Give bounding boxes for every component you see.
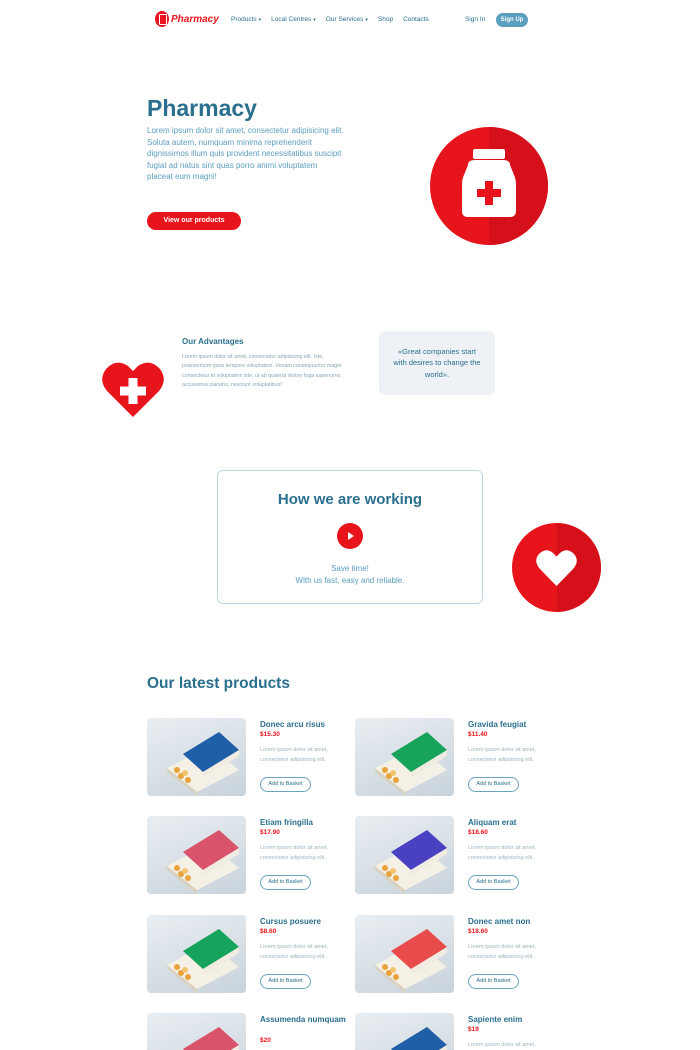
quote-box: «Great companies start with desires to c… bbox=[379, 331, 495, 395]
product-image[interactable] bbox=[355, 816, 454, 894]
product-description: Lorem ipsum dolor sit amet, consectetur … bbox=[468, 944, 536, 960]
menu-item-products[interactable]: Products ▾ bbox=[231, 16, 261, 23]
how-subtitle: With us fast, easy and reliable. bbox=[295, 576, 405, 585]
hero-title: Pharmacy bbox=[147, 95, 257, 121]
main-menu: Products ▾ Local Centres ▾ Our Services ▾ S… bbox=[231, 16, 429, 23]
product-image[interactable] bbox=[147, 1013, 246, 1050]
how-title: How we are working bbox=[277, 491, 423, 508]
product-image[interactable] bbox=[147, 718, 246, 796]
product-name[interactable]: Assumenda numquam bbox=[260, 1014, 355, 1026]
product-card[interactable]: Donec arcu risus $15.30 Lorem ipsum dolo… bbox=[147, 718, 357, 798]
latest-products-title: Our latest products bbox=[147, 675, 290, 692]
product-name[interactable]: Gravida feugiat bbox=[468, 719, 563, 731]
how-we-work-card: How we are working Save time! With us fa… bbox=[217, 470, 483, 604]
product-description: Lorem ipsum dolor sit amet, consectetur … bbox=[468, 1042, 536, 1048]
product-name[interactable]: Etiam fringilla bbox=[260, 817, 355, 829]
product-card[interactable]: Donec amet non $18.60 Lorem ipsum dolor … bbox=[355, 915, 565, 995]
play-icon[interactable] bbox=[337, 523, 363, 549]
product-image[interactable] bbox=[147, 816, 246, 894]
heart-cross-icon bbox=[102, 362, 164, 417]
add-to-basket-button[interactable]: Add to Basket bbox=[260, 974, 311, 989]
add-to-basket-button[interactable]: Add to Basket bbox=[468, 974, 519, 989]
menu-item-shop[interactable]: Shop bbox=[378, 16, 393, 23]
product-name[interactable]: Sapiente enim bbox=[468, 1014, 563, 1026]
product-card[interactable]: Assumenda numquam $20 Lorem ipsum dolor … bbox=[147, 1013, 357, 1050]
how-tagline: Save time! bbox=[331, 564, 369, 573]
product-image[interactable] bbox=[355, 1013, 454, 1050]
hero-text: Lorem ipsum dolor sit amet, consectetur … bbox=[147, 126, 344, 182]
product-card[interactable]: Aliquam erat $18.60 Lorem ipsum dolor si… bbox=[355, 816, 565, 896]
view-products-button[interactable]: View our products bbox=[147, 212, 241, 230]
medicine-bottle-icon bbox=[430, 127, 548, 245]
product-description: Lorem ipsum dolor sit amet, consectetur … bbox=[260, 747, 328, 763]
product-price: $11.40 bbox=[468, 731, 488, 738]
product-image[interactable] bbox=[355, 915, 454, 993]
add-to-basket-button[interactable]: Add to Basket bbox=[260, 777, 311, 792]
quote-text: «Great companies start with desires to c… bbox=[393, 346, 481, 379]
product-image[interactable] bbox=[147, 915, 246, 993]
sign-up-button[interactable]: Sign Up bbox=[496, 13, 528, 27]
product-price: $19 bbox=[468, 1026, 479, 1033]
product-description: Lorem ipsum dolor sit amet, consectetur … bbox=[260, 845, 328, 861]
top-nav: Pharmacy Products ▾ Local Centres ▾ Our Se… bbox=[0, 0, 700, 40]
product-description: Lorem ipsum dolor sit amet, consectetur … bbox=[468, 747, 536, 763]
heart-icon bbox=[512, 523, 601, 612]
product-name[interactable]: Donec arcu risus bbox=[260, 719, 355, 731]
add-to-basket-button[interactable]: Add to Basket bbox=[260, 875, 311, 890]
product-name[interactable]: Aliquam erat bbox=[468, 817, 563, 829]
product-price: $17.90 bbox=[260, 829, 280, 836]
sign-in-link[interactable]: Sign In bbox=[465, 16, 485, 23]
product-card[interactable]: Cursus posuere $8.60 Lorem ipsum dolor s… bbox=[147, 915, 357, 995]
product-description: Lorem ipsum dolor sit amet, consectetur … bbox=[468, 845, 536, 861]
product-name[interactable]: Donec amet non bbox=[468, 916, 563, 928]
product-description: Lorem ipsum dolor sit amet, consectetur … bbox=[260, 944, 328, 960]
logo[interactable]: Pharmacy bbox=[155, 11, 219, 27]
logo-text: Pharmacy bbox=[171, 13, 219, 25]
menu-item-contacts[interactable]: Contacts bbox=[403, 16, 429, 23]
product-card[interactable]: Etiam fringilla $17.90 Lorem ipsum dolor… bbox=[147, 816, 357, 896]
add-to-basket-button[interactable]: Add to Basket bbox=[468, 875, 519, 890]
menu-item-our-services[interactable]: Our Services ▾ bbox=[326, 16, 368, 23]
product-name[interactable]: Cursus posuere bbox=[260, 916, 355, 928]
menu-item-local-centres[interactable]: Local Centres ▾ bbox=[271, 16, 316, 23]
product-card[interactable]: Gravida feugiat $11.40 Lorem ipsum dolor… bbox=[355, 718, 565, 798]
advantages-title: Our Advantages bbox=[182, 337, 244, 346]
chevron-down-icon: ▾ bbox=[258, 16, 262, 23]
product-price: $20 bbox=[260, 1037, 271, 1044]
product-price: $18.60 bbox=[468, 829, 488, 836]
product-price: $8.60 bbox=[260, 928, 277, 935]
add-to-basket-button[interactable]: Add to Basket bbox=[468, 777, 519, 792]
logo-icon bbox=[155, 11, 169, 27]
chevron-down-icon: ▾ bbox=[313, 16, 316, 23]
advantages-text: Lorem ipsum dolor sit amet, consectetur … bbox=[182, 354, 342, 388]
chevron-down-icon: ▾ bbox=[365, 16, 368, 23]
product-image[interactable] bbox=[355, 718, 454, 796]
product-card[interactable]: Sapiente enim $19 Lorem ipsum dolor sit … bbox=[355, 1013, 565, 1050]
product-price: $15.30 bbox=[260, 731, 280, 738]
product-price: $18.60 bbox=[468, 928, 488, 935]
